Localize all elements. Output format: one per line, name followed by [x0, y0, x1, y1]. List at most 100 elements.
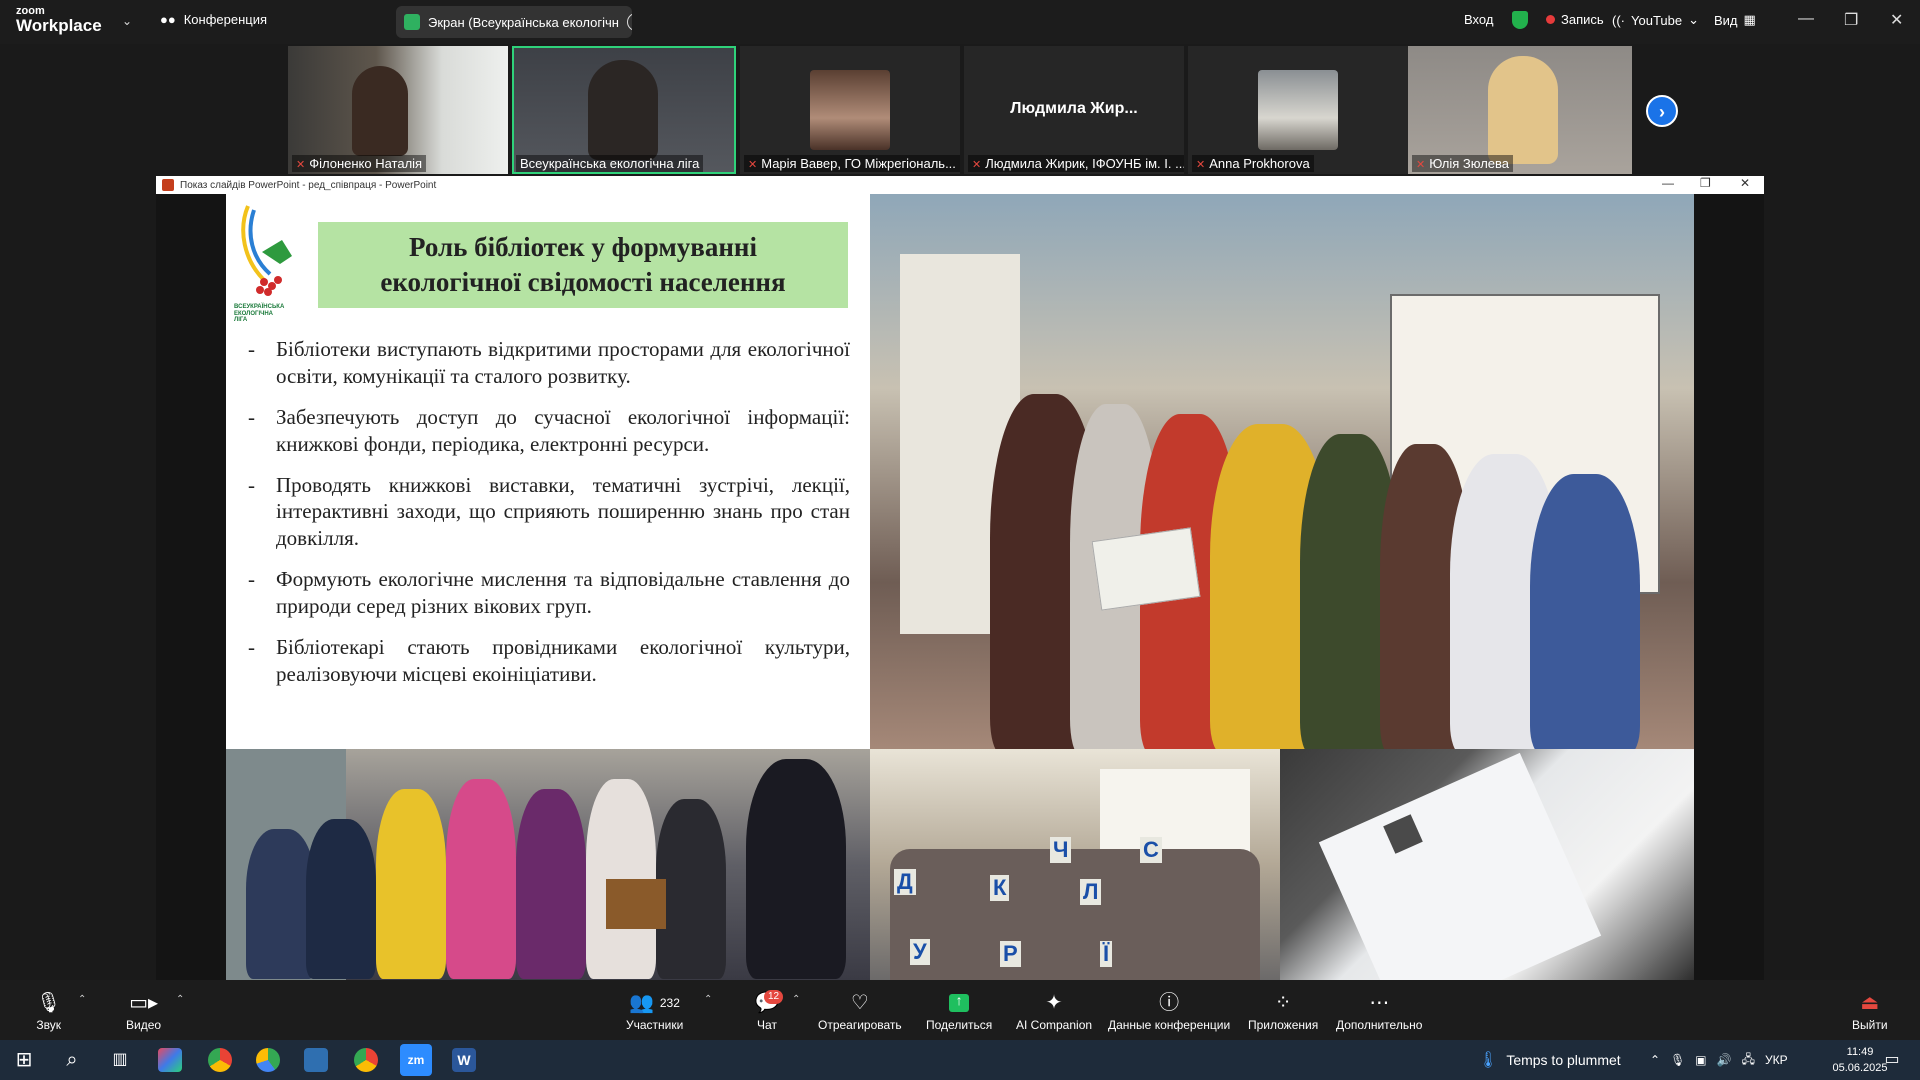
- participant-name: ✕ Anna Prokhorova: [1192, 155, 1314, 172]
- minimize-icon[interactable]: —: [1798, 10, 1814, 28]
- participant-name: Всеукраїнська екологічна ліга: [516, 155, 704, 172]
- slide-bullet-list: - Бібліотеки виступають відкритими просто…: [248, 336, 850, 702]
- restore-icon[interactable]: ❐: [1844, 10, 1858, 30]
- share-screen-icon: [949, 992, 970, 1012]
- muted-mic-icon: ✕: [296, 159, 306, 171]
- security-shield-icon[interactable]: [1512, 11, 1528, 29]
- share-button[interactable]: Поделиться: [926, 992, 992, 1032]
- calculator-icon[interactable]: [304, 1048, 328, 1072]
- weather-widget[interactable]: 🌡 Temps to plummet: [1478, 1040, 1621, 1080]
- participant-tile[interactable]: ✕ Юлія Зюлева: [1408, 46, 1632, 174]
- thermometer-icon: 🌡: [1478, 1052, 1499, 1069]
- search-icon[interactable]: ⌕: [60, 1048, 84, 1072]
- chat-button[interactable]: 💬 12 Чат ⌃: [752, 990, 800, 1032]
- child: [656, 799, 726, 979]
- zoom-app-icon[interactable]: zm: [400, 1044, 432, 1076]
- audio-button[interactable]: 🎙 Звук ⌃: [36, 992, 86, 1032]
- participant-tile[interactable]: ✕ Філоненко Наталія: [288, 46, 508, 174]
- zoom-workplace-logo[interactable]: zoom Workplace: [16, 6, 102, 35]
- conference-button[interactable]: ●● Конференция: [160, 12, 267, 27]
- record-label: Запись: [1561, 12, 1604, 27]
- windows-start-icon[interactable]: ⊞: [12, 1048, 36, 1072]
- leave-button[interactable]: ⏏ Выйти: [1852, 992, 1888, 1032]
- bullet-item: - Формують екологічне мислення та відпові…: [248, 567, 850, 618]
- participant-video: [588, 60, 658, 160]
- view-button[interactable]: Вид ▦: [1714, 12, 1756, 28]
- decorative-letters: У: [910, 939, 930, 965]
- more-options-icon[interactable]: ···: [626, 13, 632, 31]
- book-in-hands: [1091, 527, 1201, 611]
- react-button[interactable]: ♡ Отреагировать: [818, 992, 902, 1032]
- video-button[interactable]: ▭▸ Видео ⌃: [126, 992, 184, 1032]
- powerpoint-window-title: Показ слайдів PowerPoint - ред_співпраця…: [180, 179, 437, 191]
- ai-companion-button[interactable]: ✦ AI Companion: [1016, 992, 1092, 1032]
- device-icon[interactable]: ▣: [1695, 1053, 1706, 1067]
- participants-button[interactable]: 👥 232 Участники ⌃: [626, 992, 712, 1032]
- restore-icon[interactable]: ❐: [1700, 176, 1711, 190]
- slide-title-box: Роль бібліотек у формуванні екологічної …: [318, 222, 848, 308]
- language-indicator[interactable]: УКР: [1765, 1053, 1788, 1067]
- bullet-item: - Бібліотеки виступають відкритими просто…: [248, 337, 850, 388]
- close-icon[interactable]: ✕: [1740, 176, 1750, 190]
- more-button[interactable]: ⋯ Дополнительно: [1336, 992, 1422, 1032]
- network-icon[interactable]: 🖧: [1742, 1050, 1755, 1071]
- chevron-up-icon[interactable]: ⌃: [176, 994, 184, 1005]
- chevron-right-icon: ›: [1659, 102, 1665, 122]
- record-indicator[interactable]: Запись: [1546, 12, 1604, 27]
- chevron-up-icon[interactable]: ⌃: [704, 994, 712, 1005]
- people-icon: ●●: [160, 12, 176, 27]
- apps-button[interactable]: ⁘ Приложения: [1248, 992, 1318, 1032]
- chevron-down-icon[interactable]: ⌄: [122, 14, 132, 28]
- minimize-icon[interactable]: —: [1662, 176, 1674, 190]
- participant-tile[interactable]: ✕ Марія Вавер, ГО Міжрегіональ...: [740, 46, 960, 174]
- participant-avatar: [810, 70, 890, 150]
- participant-tile-active-speaker[interactable]: Всеукраїнська екологічна ліга: [512, 46, 736, 174]
- close-icon[interactable]: ✕: [1890, 10, 1903, 30]
- chrome-alt-icon[interactable]: [354, 1048, 378, 1072]
- decorative-letters: Р: [1000, 941, 1021, 967]
- system-tray: ⌃ 🎙 ▣ 🔊 🖧 УКР: [1650, 1040, 1788, 1080]
- record-dot-icon: [1546, 15, 1555, 24]
- task-view-icon[interactable]: ▥: [108, 1048, 132, 1072]
- word-icon[interactable]: W: [452, 1048, 476, 1072]
- chrome-icon[interactable]: [208, 1048, 232, 1072]
- meeting-controls-bar: 🎙 Звук ⌃ ▭▸ Видео ⌃ 👥 232 Участники ⌃ 💬 …: [0, 980, 1920, 1040]
- powerpoint-icon: [162, 179, 174, 191]
- microphone-icon[interactable]: 🎙: [1670, 1053, 1685, 1067]
- bullet-item: - Бібліотекарі стають провідниками еколог…: [248, 634, 850, 686]
- chevron-up-icon[interactable]: ⌃: [1650, 1053, 1660, 1067]
- decorative-letters: Д: [894, 869, 916, 895]
- muted-mic-icon: ✕: [1196, 159, 1206, 171]
- chevron-up-icon[interactable]: ⌃: [78, 994, 86, 1005]
- participant-video: [1488, 56, 1558, 164]
- ai-companion-label: AI Companion: [1016, 1018, 1093, 1032]
- muted-mic-icon: ✕: [748, 159, 758, 171]
- share-source-icon: [404, 14, 420, 30]
- slide-title-line-2: екологічної свідомості населення: [380, 267, 786, 297]
- muted-mic-icon: ✕: [972, 159, 982, 171]
- decorative-letters: С: [1140, 837, 1162, 863]
- audio-label: Звук: [36, 1018, 61, 1032]
- conference-label: Конференция: [183, 12, 268, 27]
- participant-tile[interactable]: Людмила Жир... ✕ Людмила Жирик, ІФОУНБ ім…: [964, 46, 1184, 174]
- video-label: Видео: [126, 1018, 162, 1032]
- signin-button[interactable]: Вход: [1464, 12, 1493, 27]
- chrome-profile-icon[interactable]: [256, 1048, 280, 1072]
- meeting-info-button[interactable]: ⓘ Данные конференции: [1108, 992, 1230, 1032]
- next-participants-button[interactable]: ›: [1646, 95, 1678, 127]
- copilot-icon[interactable]: [158, 1048, 182, 1072]
- notifications-icon[interactable]: ▭: [1880, 1048, 1904, 1072]
- participant-name: ✕ Філоненко Наталія: [292, 155, 427, 172]
- chat-unread-badge: 12: [764, 990, 784, 1004]
- screen-share-indicator[interactable]: Экран (Всеукраїнська екологічн ···: [396, 6, 632, 38]
- chevron-up-icon[interactable]: ⌃: [792, 994, 800, 1005]
- participant-tile[interactable]: ✕ Anna Prokhorova: [1188, 46, 1408, 174]
- youtube-live-button[interactable]: ((· YouTube ⌄: [1612, 12, 1699, 28]
- volume-icon[interactable]: 🔊: [1717, 1053, 1732, 1067]
- window: [1100, 769, 1250, 859]
- decorative-letters: Ч: [1050, 837, 1072, 863]
- decorative-letters: Л: [1080, 879, 1102, 905]
- booklet-sheet: [1318, 752, 1602, 980]
- heart-icon: ♡: [850, 992, 869, 1014]
- people-group: [890, 849, 1260, 980]
